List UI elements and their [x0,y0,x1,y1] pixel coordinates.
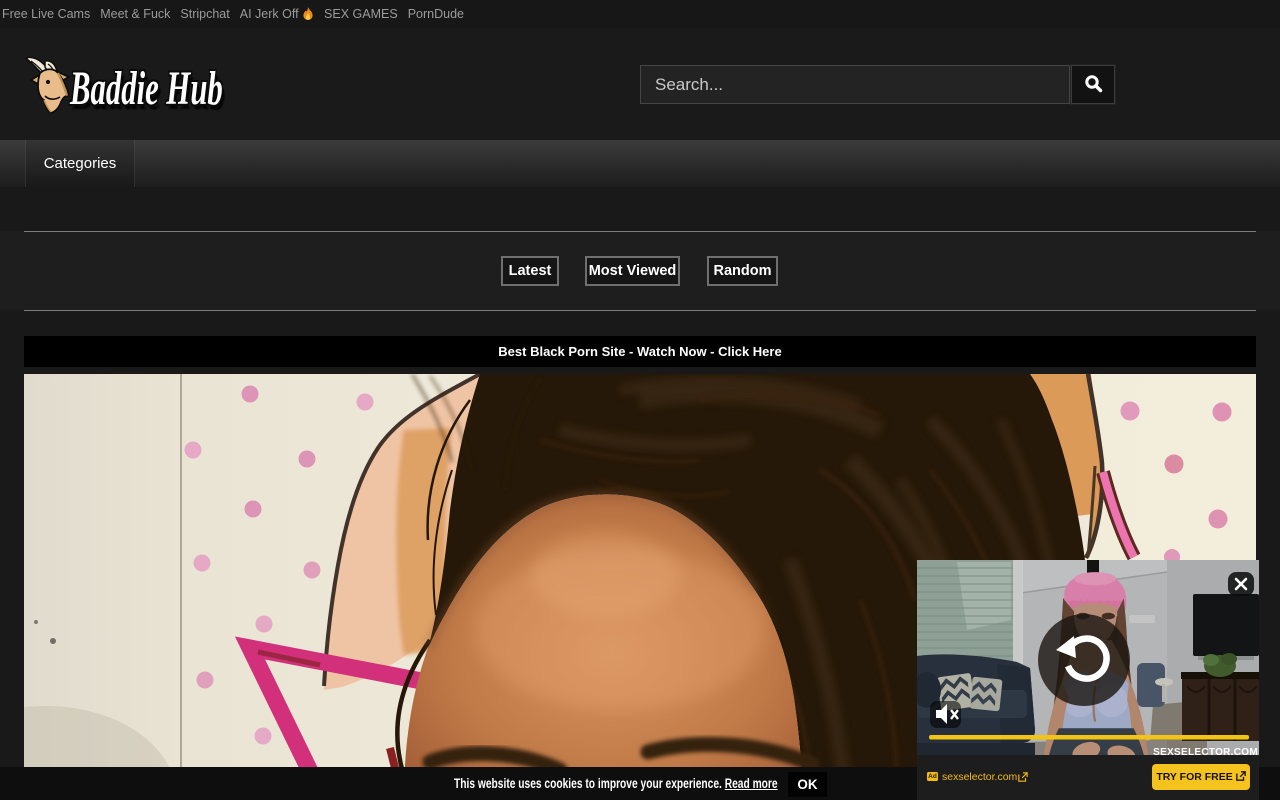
svg-text:SEXSELECTOR.COM: SEXSELECTOR.COM [1153,747,1258,755]
